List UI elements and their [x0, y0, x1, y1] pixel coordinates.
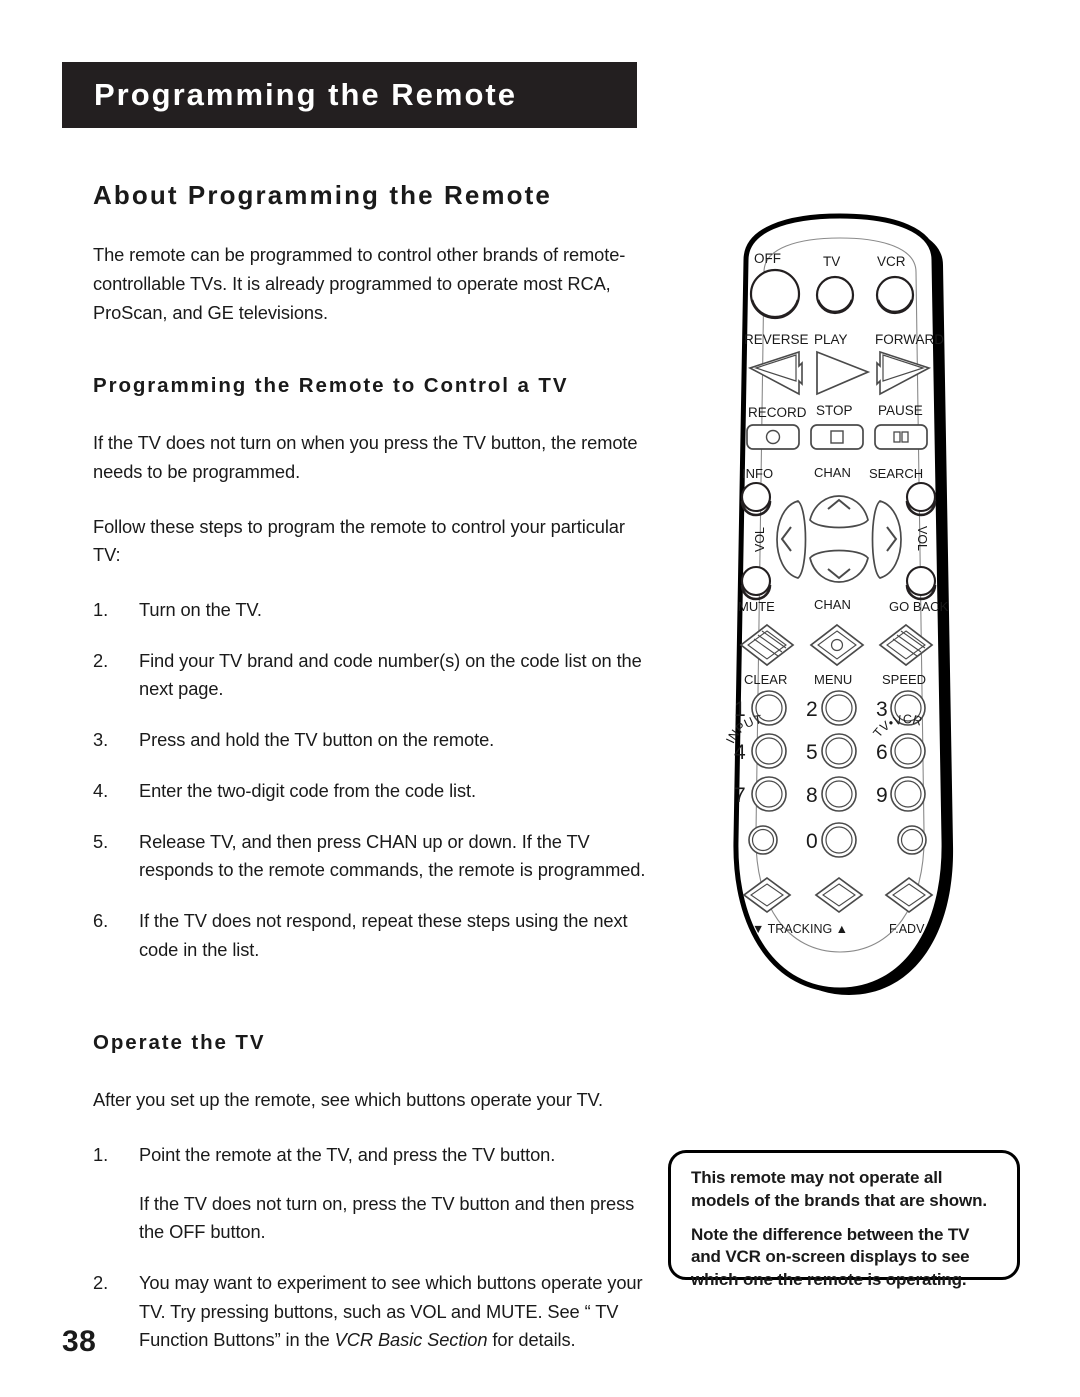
step-number: 3.: [93, 729, 109, 751]
keypad-label-0: 0: [806, 830, 818, 853]
step-number: 1.: [93, 598, 109, 620]
keypad-button-8[interactable]: [821, 776, 857, 812]
keypad-button-6[interactable]: [890, 733, 926, 769]
step-number: 2.: [93, 649, 109, 671]
button-label-search: SEARCH: [869, 466, 923, 481]
control-paragraph-2: Follow these steps to program the remote…: [93, 515, 625, 566]
remote-row-tracking: ▼ TRACKING ▲ F.ADV: [742, 876, 934, 936]
main-content-column: About Programming the Remote The remote …: [93, 180, 653, 1377]
tv-vcr-button[interactable]: [897, 825, 927, 855]
step-text-part-b: for details.: [487, 1329, 576, 1351]
button-label-clear: CLEAR: [744, 672, 787, 687]
button-label-stop: STOP: [816, 403, 853, 418]
keypad-label-8: 8: [806, 784, 818, 807]
remote-numeric-keypad: 1 2 3 4 5 6 7 8 9: [734, 690, 926, 812]
page-header-banner: Programming the Remote: [62, 62, 637, 128]
pause-button[interactable]: [874, 424, 928, 450]
step-text: Find your TV brand and code number(s) on…: [139, 649, 642, 700]
step-text: If the TV does not respond, repeat these…: [139, 909, 628, 960]
button-label-tracking: ▼ TRACKING ▲: [752, 922, 848, 936]
note-callout-box: This remote may not operate all models o…: [668, 1150, 1020, 1289]
operate-paragraph-1: After you set up the remote, see which b…: [93, 1089, 603, 1111]
subsection-title-control-tv: Programming the Remote to Control a TV: [93, 374, 569, 398]
keypad-label-6: 6: [876, 741, 888, 764]
step-text: Press and hold the TV button on the remo…: [139, 729, 495, 751]
step-text: Point the remote at the TV, and press th…: [139, 1143, 556, 1165]
search-button[interactable]: [905, 481, 937, 513]
step-text: Release TV, and then press CHAN up or do…: [139, 830, 646, 881]
button-label-vol-right: VOL: [915, 526, 929, 551]
note-paragraph-2: Note the difference between the TV and V…: [691, 1224, 970, 1290]
mute-button[interactable]: [740, 565, 772, 597]
step-text-italic-reference: VCR Basic Section: [334, 1329, 488, 1351]
list-item: 5. Release TV, and then press CHAN up or…: [93, 828, 653, 885]
button-label-forward: FORWARD: [875, 332, 944, 347]
section-intro-paragraph: The remote can be programmed to control …: [93, 244, 626, 323]
keypad-label-3: 3: [876, 698, 888, 721]
remote-row-power: OFF TV VCR: [749, 251, 915, 320]
button-label-record: RECORD: [748, 405, 807, 420]
button-label-f-adv: F.ADV: [889, 922, 925, 936]
button-label-chan-down: CHAN: [814, 597, 851, 612]
control-paragraph-1: If the TV does not turn on when you pres…: [93, 432, 638, 482]
keypad-button-4[interactable]: [751, 733, 787, 769]
page-header-title: Programming the Remote: [94, 77, 517, 112]
step-number: 2.: [93, 1272, 109, 1293]
keypad-button-0[interactable]: [821, 822, 857, 858]
stop-button[interactable]: [810, 424, 864, 450]
button-label-speed: SPEED: [882, 672, 926, 687]
step-number: 5.: [93, 830, 109, 852]
step-number: 4.: [93, 779, 109, 801]
step-number: 1.: [93, 1143, 109, 1165]
keypad-button-7[interactable]: [751, 776, 787, 812]
button-label-vol-left: VOL: [753, 527, 767, 552]
button-label-play: PLAY: [814, 332, 848, 347]
programming-steps-list: 1. Turn on the TV. 2. Find your TV brand…: [93, 596, 653, 964]
section-title: About Programming the Remote: [93, 180, 552, 210]
button-label-chan-up: CHAN: [814, 465, 851, 480]
record-button[interactable]: [746, 424, 800, 450]
list-item: 6. If the TV does not respond, repeat th…: [93, 907, 653, 964]
step-number: 6.: [93, 909, 109, 931]
go-back-button[interactable]: [905, 565, 937, 597]
button-label-pause: PAUSE: [878, 403, 923, 418]
list-item: 3. Press and hold the TV button on the r…: [93, 726, 653, 755]
list-item: 1. Point the remote at the TV, and press…: [93, 1141, 653, 1247]
remote-control-illustration: OFF TV VCR REVERSE PLAY FORWARD RECORD S…: [690, 200, 990, 1030]
keypad-label-9: 9: [876, 784, 888, 807]
note-paragraph-1: This remote may not operate all models o…: [691, 1168, 987, 1210]
button-label-go-back: GO BACK: [889, 599, 949, 614]
button-label-info: INFO: [742, 466, 773, 481]
button-label-off: OFF: [754, 251, 781, 266]
input-button[interactable]: [748, 825, 778, 855]
button-label-menu: MENU: [814, 672, 852, 687]
keypad-label-7: 7: [734, 784, 746, 807]
keypad-button-2[interactable]: [821, 690, 857, 726]
step-subparagraph: If the TV does not turn on, press the TV…: [139, 1192, 635, 1243]
remote-row-transport-2: RECORD STOP PAUSE: [746, 403, 928, 450]
list-item: 2. Find your TV brand and code number(s)…: [93, 647, 653, 704]
info-button[interactable]: [740, 481, 772, 513]
keypad-button-9[interactable]: [890, 776, 926, 812]
list-item: 2. You may want to experiment to see whi…: [93, 1269, 653, 1355]
step-text: Turn on the TV.: [139, 598, 262, 620]
button-label-vcr: VCR: [877, 254, 906, 269]
list-item: 1. Turn on the TV.: [93, 596, 653, 625]
button-label-mute: MUTE: [738, 599, 775, 614]
button-label-tv: TV: [823, 254, 840, 269]
keypad-label-2: 2: [806, 698, 818, 721]
keypad-label-5: 5: [806, 741, 818, 764]
operate-steps-list: 1. Point the remote at the TV, and press…: [93, 1141, 653, 1355]
remote-row-diamond-buttons: CLEAR MENU SPEED: [739, 623, 934, 687]
step-text: Enter the two-digit code from the code l…: [139, 779, 477, 801]
list-item: 4. Enter the two-digit code from the cod…: [93, 777, 653, 806]
keypad-button-5[interactable]: [821, 733, 857, 769]
page-number: 38: [62, 1325, 97, 1358]
button-label-reverse: REVERSE: [744, 332, 809, 347]
subsection-title-operate-tv: Operate the TV: [93, 1031, 266, 1055]
